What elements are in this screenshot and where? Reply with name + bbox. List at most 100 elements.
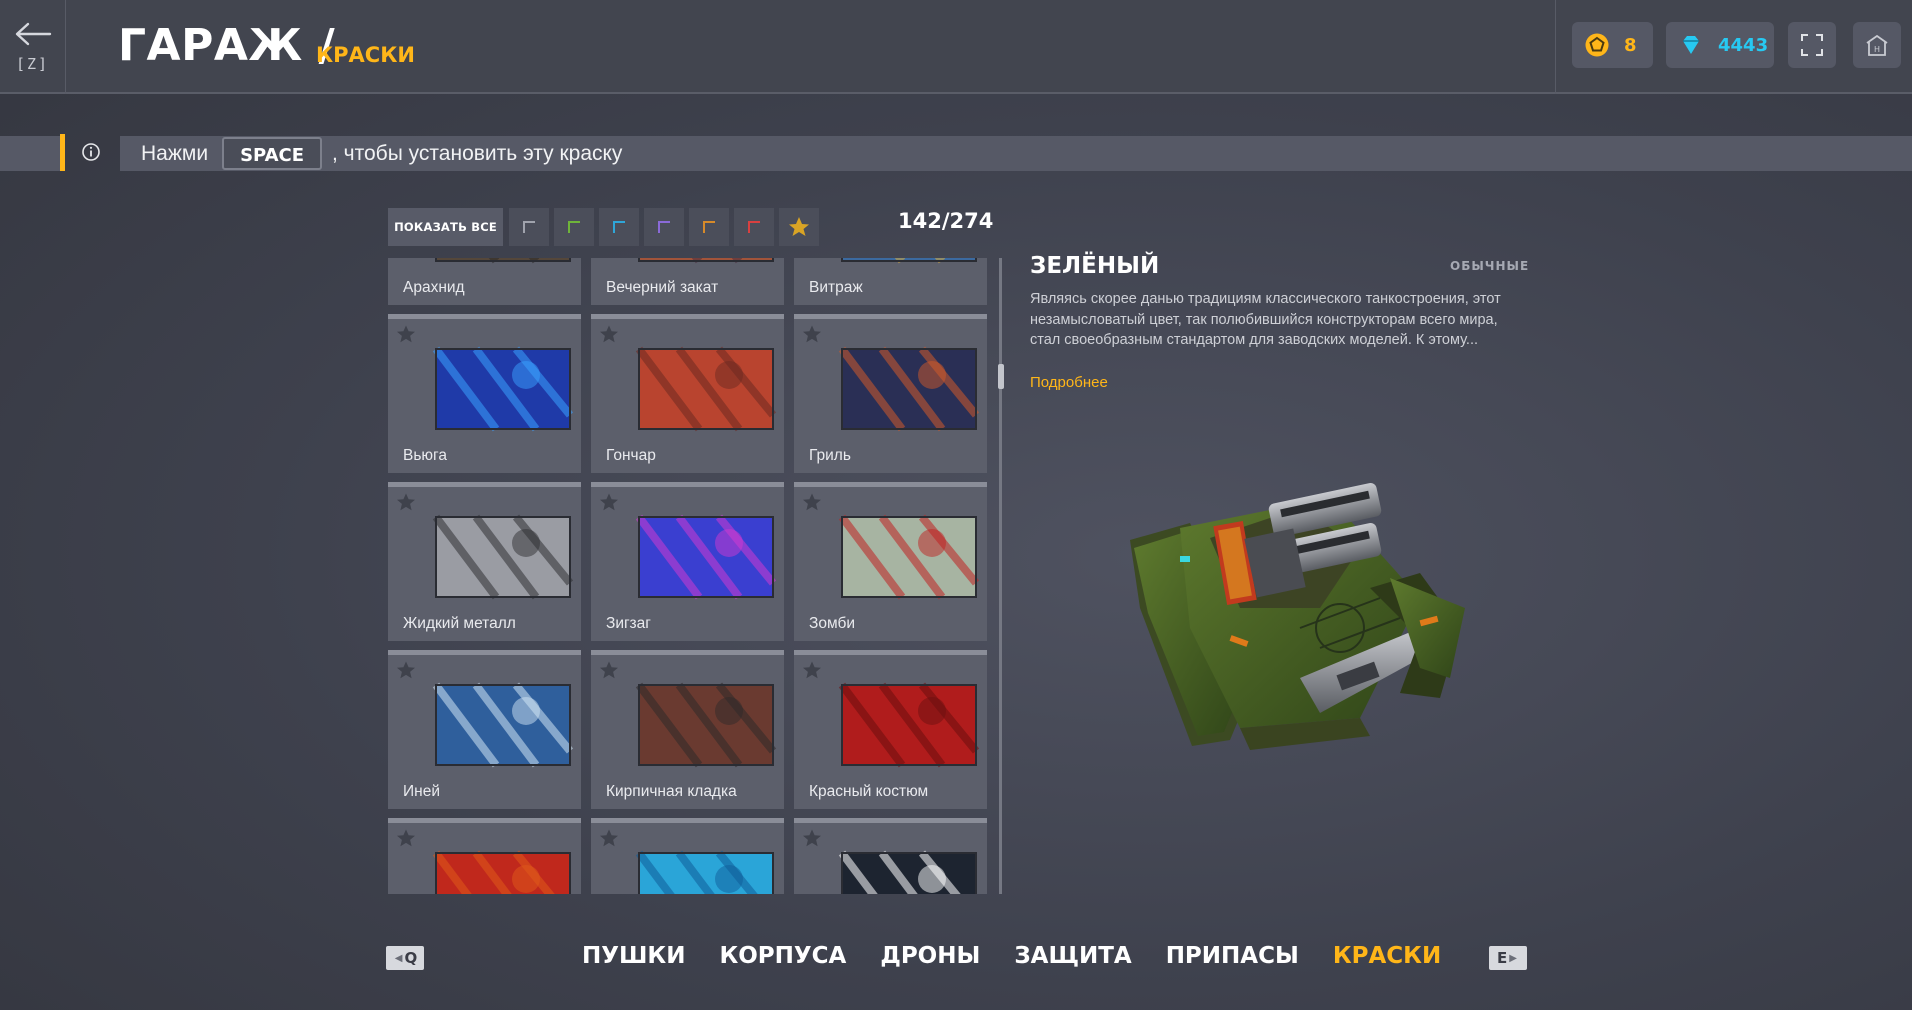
- tab-4[interactable]: ЗАЩИТА: [1014, 943, 1131, 969]
- tab-3[interactable]: ДРОНЫ: [880, 943, 980, 969]
- paint-card[interactable]: [794, 818, 987, 894]
- corner-icon: [523, 221, 535, 233]
- paint-card-label: Красный костюм: [809, 783, 929, 800]
- fullscreen-button[interactable]: [1788, 22, 1836, 68]
- hint-bar-left: [0, 136, 60, 171]
- paint-swatch-image: [432, 682, 574, 768]
- paint-card[interactable]: Красный костюм: [794, 650, 987, 809]
- favorite-star-icon[interactable]: [802, 660, 822, 680]
- show-all-button[interactable]: ПОКАЗАТЬ ВСЕ: [388, 208, 503, 246]
- item-count: 142/274: [898, 209, 994, 233]
- prev-tab-key[interactable]: ◀ Q: [386, 946, 424, 970]
- top-bar: [Z] ГАРАЖ / КРАСКИ 8 4443 H: [0, 0, 1912, 94]
- svg-text:H: H: [1874, 45, 1880, 54]
- favorite-star-icon[interactable]: [396, 660, 416, 680]
- prev-key-label: Q: [404, 949, 418, 967]
- paint-card[interactable]: Гончар: [591, 314, 784, 473]
- favorite-star-icon[interactable]: [396, 324, 416, 344]
- more-link[interactable]: Подробнее: [1030, 374, 1108, 391]
- tab-1[interactable]: ПУШКИ: [582, 943, 685, 969]
- paint-card-label: Вьюга: [403, 447, 447, 464]
- next-key-label: E: [1497, 949, 1508, 967]
- crystal-coin-counter[interactable]: 8: [1572, 22, 1653, 68]
- paint-card[interactable]: Вьюга: [388, 314, 581, 473]
- favorite-star-icon[interactable]: [802, 828, 822, 848]
- tab-2[interactable]: КОРПУСА: [719, 943, 846, 969]
- paint-card[interactable]: Жидкий металл: [388, 482, 581, 641]
- paint-swatch-image: [838, 346, 980, 432]
- paint-card[interactable]: Зомби: [794, 482, 987, 641]
- page-title: ГАРАЖ /: [118, 20, 336, 71]
- hint-key: SPACE: [222, 137, 323, 170]
- favorite-star-icon[interactable]: [396, 828, 416, 848]
- crystal-coin-value: 8: [1624, 34, 1637, 56]
- paint-card[interactable]: Зигзаг: [591, 482, 784, 641]
- favorite-star-icon[interactable]: [599, 324, 619, 344]
- paint-card[interactable]: [388, 818, 581, 894]
- arrow-left-icon: [15, 22, 51, 46]
- rarity-filter-4[interactable]: [644, 208, 684, 246]
- corner-icon: [613, 221, 625, 233]
- paint-card-label: Гончар: [606, 447, 656, 464]
- paint-card[interactable]: Гриль: [794, 314, 987, 473]
- paint-card[interactable]: [591, 818, 784, 894]
- rarity-filter-1[interactable]: [509, 208, 549, 246]
- paint-swatch-image: [838, 682, 980, 768]
- grid-scrollbar[interactable]: [999, 258, 1002, 894]
- favorite-star-icon[interactable]: [802, 492, 822, 512]
- tab-5[interactable]: ПРИПАСЫ: [1166, 943, 1299, 969]
- paint-swatch-image: [435, 258, 571, 264]
- corner-icon: [568, 221, 580, 233]
- paint-card-label: Витраж: [809, 279, 863, 296]
- paint-card[interactable]: Арахнид: [388, 258, 581, 305]
- crystal-value: 4443: [1718, 34, 1769, 56]
- paint-card[interactable]: Витраж: [794, 258, 987, 305]
- paint-swatch-image: [635, 682, 777, 768]
- paint-swatch-image: [635, 346, 777, 432]
- paint-swatch-image: [635, 850, 774, 894]
- pentagon-coin-icon: [1585, 33, 1609, 57]
- paint-card-label: Гриль: [809, 447, 851, 464]
- triangle-left-icon: ◀: [394, 952, 403, 964]
- back-button[interactable]: [Z]: [0, 0, 66, 94]
- paint-card-label: Зигзаг: [606, 615, 651, 632]
- paint-card-label: Жидкий металл: [403, 615, 516, 632]
- rarity-filter-6[interactable]: [734, 208, 774, 246]
- favorite-star-icon[interactable]: [599, 828, 619, 848]
- corner-icon: [658, 221, 670, 233]
- paint-swatch-image: [838, 514, 980, 600]
- favorites-filter[interactable]: [779, 208, 819, 246]
- rarity-filter-5[interactable]: [689, 208, 729, 246]
- hint-text-post: , чтобы установить эту краску: [332, 141, 623, 165]
- tank-preview[interactable]: [1120, 478, 1480, 768]
- paint-card-label: Кирпичная кладка: [606, 783, 737, 800]
- currency-panel: 8 4443 H: [1555, 0, 1912, 94]
- favorite-star-icon[interactable]: [599, 660, 619, 680]
- crystal-counter[interactable]: 4443: [1666, 22, 1774, 68]
- home-button[interactable]: H: [1853, 22, 1901, 68]
- rarity-filter-3[interactable]: [599, 208, 639, 246]
- tab-6[interactable]: КРАСКИ: [1333, 943, 1441, 969]
- favorite-star-icon[interactable]: [396, 492, 416, 512]
- paint-card-label: Вечерний закат: [606, 279, 719, 296]
- rarity-filter-2[interactable]: [554, 208, 594, 246]
- paint-swatch-image: [432, 514, 574, 600]
- paint-card[interactable]: Иней: [388, 650, 581, 809]
- paint-swatch-image: [841, 258, 977, 264]
- home-icon: H: [1866, 34, 1888, 56]
- category-tabs: ПУШКИ КОРПУСА ДРОНЫ ЗАЩИТА ПРИПАСЫ КРАСКИ: [582, 943, 1475, 969]
- paint-title: ЗЕЛЁНЫЙ: [1030, 253, 1160, 279]
- diamond-icon: [1683, 36, 1699, 54]
- favorite-star-icon[interactable]: [802, 324, 822, 344]
- paint-card[interactable]: Кирпичная кладка: [591, 650, 784, 809]
- paint-description: Являясь скорее данью традициям классичес…: [1030, 291, 1501, 348]
- corner-icon: [703, 221, 715, 233]
- paint-swatch-image: [635, 514, 777, 600]
- paint-card[interactable]: Вечерний закат: [591, 258, 784, 305]
- next-tab-key[interactable]: E ▶: [1489, 946, 1527, 970]
- paint-swatch-image: [838, 850, 977, 894]
- favorite-star-icon[interactable]: [599, 492, 619, 512]
- grid-scroll-thumb[interactable]: [998, 364, 1004, 389]
- hint-accent-stripe: [60, 134, 65, 171]
- info-icon: [82, 143, 100, 161]
